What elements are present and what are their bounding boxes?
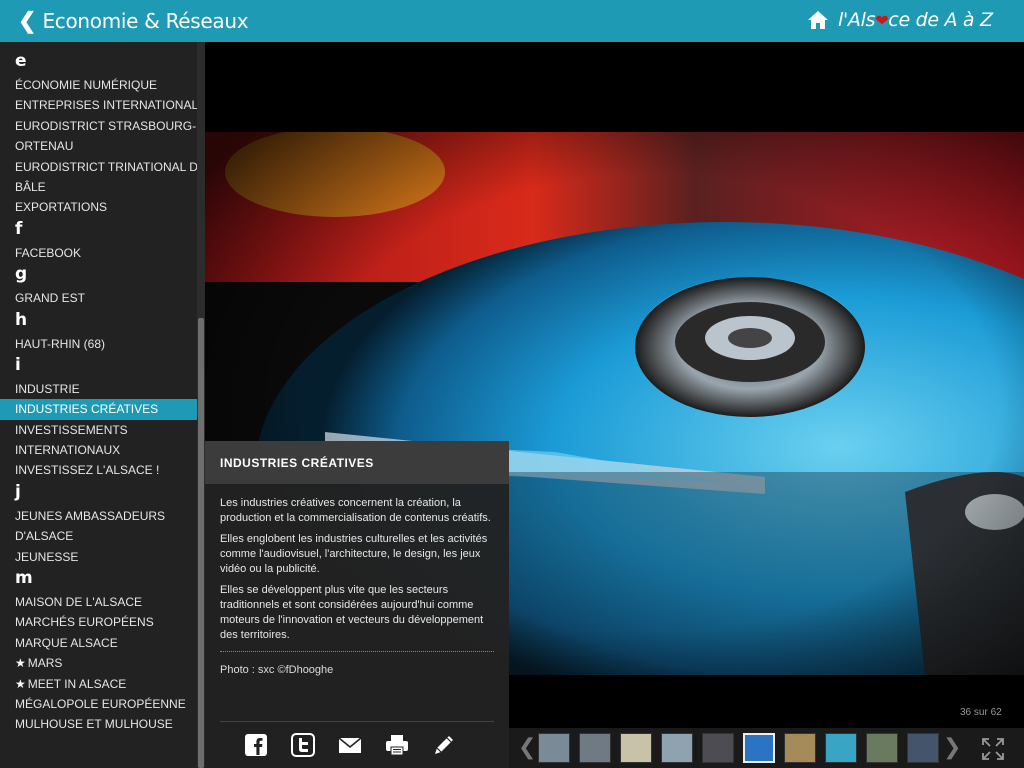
sidebar-entry-label: EXPORTATIONS xyxy=(15,200,108,215)
sidebar-entry[interactable]: FACEBOOK xyxy=(0,243,204,263)
index-letter: m xyxy=(15,568,33,589)
gallery-thumbnail[interactable] xyxy=(907,733,939,763)
sidebar-entry-label: MARCHÉS EUROPÉENS xyxy=(15,615,154,630)
sidebar-entry[interactable]: ÉCONOMIE NUMÉRIQUE xyxy=(0,75,204,95)
sidebar-entry[interactable]: INDUSTRIE xyxy=(0,379,204,399)
sidebar-entry-label: EURODISTRICT STRASBOURG- xyxy=(15,118,197,133)
sidebar-entry[interactable]: INTERNATIONAUX xyxy=(0,440,204,460)
gallery-thumbnail[interactable] xyxy=(538,733,570,763)
sidebar-entry[interactable]: INVESTISSEZ L'ALSACE ! xyxy=(0,460,204,480)
sidebar-entry[interactable]: JEUNESSE xyxy=(0,547,204,567)
sidebar-entry-label: D'ALSACE xyxy=(15,529,74,544)
brand-prefix: l'Als xyxy=(838,9,876,31)
print-icon[interactable] xyxy=(385,733,409,757)
sidebar-entry[interactable]: D'ALSACE xyxy=(0,526,204,546)
brand-logo[interactable]: l'Als❤ce de A à Z xyxy=(838,9,993,31)
sidebar-entry[interactable]: ORTENAU xyxy=(0,136,204,156)
gallery-thumbnail[interactable] xyxy=(866,733,898,763)
index-sidebar[interactable]: e ÉCONOMIE NUMÉRIQUE ENTREPRISES INTERNATI… xyxy=(0,42,205,768)
sidebar-entry-label: ORTENAU xyxy=(15,139,74,154)
photo-credit: Photo : sxc ©fDhooghe xyxy=(220,664,334,676)
sidebar-entry[interactable]: MAISON DE L'ALSACE xyxy=(0,592,204,612)
sidebar-entry[interactable]: JEUNES AMBASSADEURS xyxy=(0,506,204,526)
sidebar-entry-label: MARS xyxy=(27,656,63,671)
sidebar-entry[interactable]: ENTREPRISES INTERNATIONALES xyxy=(0,95,204,115)
brand-suffix: ce de A à Z xyxy=(888,9,993,31)
panel-paragraph: Les industries créatives concernent la c… xyxy=(220,497,491,524)
sidebar-entry[interactable]: GRAND EST xyxy=(0,288,204,308)
sidebar-entry-label: INDUSTRIES CRÉATIVES xyxy=(15,402,159,417)
sidebar-entry-label: MARQUE ALSACE xyxy=(15,635,118,650)
sidebar-entry[interactable]: INVESTISSEMENTS xyxy=(0,420,204,440)
gallery-thumbnail[interactable] xyxy=(579,733,611,763)
gallery-thumbnail[interactable] xyxy=(743,733,775,763)
sidebar-entry-label: FACEBOOK xyxy=(15,245,82,260)
sidebar-entry-label: MEET IN ALSACE xyxy=(27,676,127,691)
sidebar-entry[interactable]: MÉGALOPOLE EUROPÉENNE xyxy=(0,694,204,714)
sidebar-entry-label: JEUNESSE xyxy=(15,549,79,564)
sidebar-entry[interactable]: BÂLE xyxy=(0,177,204,197)
heart-icon: ❤ xyxy=(875,11,889,30)
panel-paragraph: Elles englobent les industries culturell… xyxy=(220,533,488,575)
sidebar-entry[interactable]: ★ MARS xyxy=(0,653,204,673)
sidebar-entry-label: ÉCONOMIE NUMÉRIQUE xyxy=(15,78,158,92)
star-icon: ★ xyxy=(15,656,26,671)
sidebar-entry-label: JEUNES AMBASSADEURS xyxy=(15,508,166,523)
sidebar-entry[interactable]: EXPORTATIONS xyxy=(0,197,204,217)
image-counter: 36 sur 62 xyxy=(960,707,1002,718)
app-header: ❮ Economie & Réseaux l'Als❤ce de A à Z xyxy=(0,0,1024,42)
sidebar-entry-label: MAISON DE L'ALSACE xyxy=(15,595,142,610)
chevron-left-icon: ❮ xyxy=(18,8,37,33)
index-letter: h xyxy=(15,309,28,330)
sidebar-entry[interactable]: MARQUE ALSACE xyxy=(0,633,204,653)
sidebar-entry-label: ENTREPRISES INTERNATIONALES xyxy=(15,98,205,113)
sidebar-entry-label: INDUSTRIE xyxy=(15,381,80,396)
info-panel: INDUSTRIES CRÉATIVES Les industries créa… xyxy=(205,441,509,768)
back-button[interactable]: ❮ Economie & Réseaux xyxy=(18,8,249,34)
thumbnail-strip: ❮ ❯ xyxy=(509,728,1024,768)
panel-body: Les industries créatives concernent la c… xyxy=(205,484,509,643)
sidebar-entry-label: BÂLE xyxy=(15,179,46,194)
sidebar-entry-label: INVESTISSEZ L'ALSACE ! xyxy=(15,463,160,478)
edit-icon[interactable] xyxy=(432,733,456,757)
divider xyxy=(220,721,494,722)
panel-paragraph: Elles se développent plus vite que les s… xyxy=(220,584,484,641)
sidebar-scroll-thumb[interactable] xyxy=(198,318,204,768)
sidebar-entry[interactable]: ★ MEET IN ALSACE xyxy=(0,674,204,694)
home-icon[interactable] xyxy=(807,10,829,30)
sidebar-entry-label: INVESTISSEMENTS xyxy=(15,422,128,437)
panel-title: INDUSTRIES CRÉATIVES xyxy=(205,441,509,484)
sidebar-entry[interactable]: INDUSTRIES CRÉATIVES xyxy=(0,399,204,420)
sidebar-entry[interactable]: EURODISTRICT STRASBOURG- xyxy=(0,116,204,136)
chevron-left-icon[interactable]: ❮ xyxy=(518,736,536,760)
sidebar-entry[interactable]: MARCHÉS EUROPÉENS xyxy=(0,612,204,632)
gallery-thumbnail[interactable] xyxy=(661,733,693,763)
sidebar-entry-label: EURODISTRICT TRINATIONAL DE xyxy=(15,159,205,174)
index-letter: i xyxy=(15,354,21,375)
gallery-thumbnail[interactable] xyxy=(620,733,652,763)
twitter-icon[interactable] xyxy=(291,733,315,757)
sidebar-entry-label: MULHOUSE ET MULHOUSE xyxy=(15,717,173,732)
gallery-thumbnail[interactable] xyxy=(702,733,734,763)
sidebar-entry-label: HAUT-RHIN (68) xyxy=(15,336,106,351)
gallery-thumbnail[interactable] xyxy=(825,733,857,763)
facebook-icon[interactable] xyxy=(244,733,268,757)
fullscreen-icon[interactable] xyxy=(981,737,1005,761)
sidebar-entry-label: INTERNATIONAUX xyxy=(15,443,121,458)
index-letter: f xyxy=(15,218,23,239)
index-list: e ÉCONOMIE NUMÉRIQUE ENTREPRISES INTERNATI… xyxy=(0,50,204,735)
gallery-thumbnail[interactable] xyxy=(784,733,816,763)
index-letter: g xyxy=(15,264,28,285)
chevron-right-icon[interactable]: ❯ xyxy=(943,736,961,760)
email-icon[interactable] xyxy=(338,733,362,757)
index-letter: j xyxy=(15,481,21,502)
sidebar-entry-label: GRAND EST xyxy=(15,291,86,306)
sidebar-entry-label: MÉGALOPOLE EUROPÉENNE xyxy=(15,696,186,711)
index-letter: e xyxy=(15,51,27,71)
sidebar-entry[interactable]: HAUT-RHIN (68) xyxy=(0,334,204,354)
sidebar-entry[interactable]: EURODISTRICT TRINATIONAL DE xyxy=(0,157,204,177)
sidebar-entry[interactable]: MULHOUSE ET MULHOUSE xyxy=(0,714,204,734)
header-title: Economie & Réseaux xyxy=(42,9,249,33)
star-icon: ★ xyxy=(15,676,26,691)
